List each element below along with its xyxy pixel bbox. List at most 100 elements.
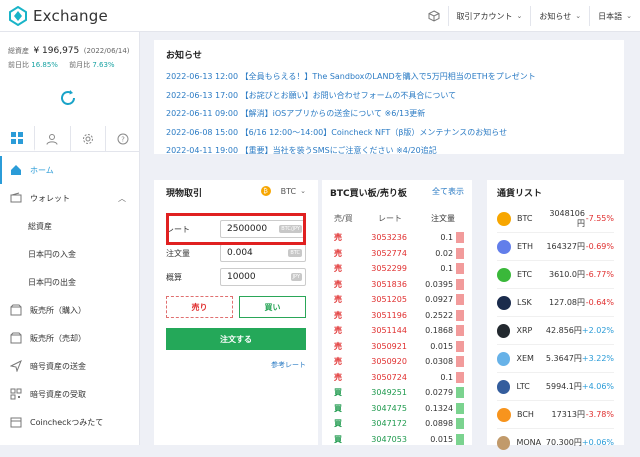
chevron-down-icon: ⌄	[575, 12, 582, 20]
approx-input[interactable]: 10000 JPY	[220, 268, 306, 286]
buy-button[interactable]: 買い	[239, 296, 306, 318]
account-menu[interactable]: 取引アカウント ⌄	[447, 6, 531, 26]
depth-bar	[456, 247, 464, 259]
depth-bar	[456, 340, 464, 352]
home-icon	[10, 164, 22, 176]
logo[interactable]: Exchange	[8, 6, 108, 26]
reference-rate-link[interactable]: 参考レート	[166, 360, 306, 370]
approx-label: 概算	[166, 272, 182, 282]
news-link[interactable]: 2022-06-11 09:00 【解消】iOSアプリからの送金について ※6/…	[166, 105, 612, 124]
order-book-row[interactable]: 売 3051196 0.2522	[330, 308, 464, 324]
order-book-row[interactable]: 売 3051205 0.0927	[330, 292, 464, 308]
sidebar-item-crypto-receive[interactable]: 暗号資産の受取	[0, 380, 140, 408]
currency-row[interactable]: LTC 5994.1円 +4.06%	[497, 373, 614, 401]
depth-bar	[456, 387, 464, 399]
coin-select[interactable]: ₿ BTC ⌄	[260, 186, 306, 196]
currency-row[interactable]: BCH 17313円 -3.78%	[497, 401, 614, 429]
order-book-row[interactable]: 売 3050724 0.1	[330, 370, 464, 386]
order-book-header: 売/買 レート 注文量	[334, 214, 455, 223]
currency-row[interactable]: BTC 3048106円 -7.55%	[497, 205, 614, 233]
sell-button[interactable]: 売り	[166, 296, 233, 318]
depth-bar	[456, 294, 464, 306]
tab-user[interactable]	[35, 126, 71, 151]
sidebar-item-shop-buy[interactable]: 販売所（購入）	[0, 296, 140, 324]
sidebar-item-home[interactable]: ホーム	[0, 156, 140, 184]
news-link[interactable]: 2022-06-13 12:00 【全員もらえる！】The SandboxのLA…	[166, 68, 612, 87]
svg-text:?: ?	[121, 135, 125, 143]
sidebar-item-jpy-deposit[interactable]: 日本円の入金	[0, 240, 140, 268]
coin-icon	[497, 295, 511, 310]
amount-input[interactable]: 0.004 BTC	[220, 244, 306, 262]
notice-menu[interactable]: お知らせ ⌄	[530, 6, 589, 26]
cube-icon[interactable]	[420, 6, 448, 26]
language-menu[interactable]: 日本語 ⌄	[589, 6, 640, 26]
depth-bar	[456, 402, 464, 414]
top-bar: Exchange 取引アカウント ⌄ お知らせ ⌄ 日本語 ⌄	[0, 0, 640, 32]
refresh-icon[interactable]	[58, 88, 78, 108]
news-link[interactable]: 2022-04-11 19:00 【重要】当社を装うSMSにご注意ください ※4…	[166, 142, 612, 161]
sidebar-item-shop-sell[interactable]: 販売所（売却）	[0, 324, 140, 352]
sidebar-item-tsumitate[interactable]: Coincheckつみたて	[0, 408, 140, 436]
currency-list-panel: 通貨リスト BTC 3048106円 -7.55% ETH 164327円 -0.69% E…	[487, 180, 624, 457]
amount-label: 注文量	[166, 248, 190, 258]
currency-row[interactable]: LSK 127.08円 -0.64%	[497, 289, 614, 317]
coin-icon	[497, 435, 511, 450]
currency-row[interactable]: ETC 3610.0円 -6.77%	[497, 261, 614, 289]
currency-row[interactable]: MONA 70.300円 +0.06%	[497, 429, 614, 457]
currency-row[interactable]: ETH 164327円 -0.69%	[497, 233, 614, 261]
calendar-icon	[10, 416, 22, 428]
order-book-panel: BTC買い板/売り板 全て表示 売/買 レート 注文量 売 3053236 0.1 売 30…	[322, 180, 472, 445]
coin-icon	[497, 351, 511, 366]
send-icon	[10, 360, 22, 372]
highlight-box	[166, 213, 306, 245]
sidebar-item-total-assets[interactable]: 総資産	[0, 212, 140, 240]
sidebar-item-wallet[interactable]: ウォレット ︿	[0, 184, 140, 212]
order-book-row[interactable]: 買 3047475 0.1324	[330, 401, 464, 417]
sidebar: 総資産 ¥ 196,975 (2022/06/14) 前日比 16.85% 前月…	[0, 32, 140, 445]
order-book-row[interactable]: 売 3052299 0.1	[330, 261, 464, 277]
chevron-down-icon: ⌄	[516, 12, 523, 20]
depth-bar	[456, 263, 464, 275]
order-book-row[interactable]: 買 3049251 0.0279	[330, 385, 464, 401]
grid-icon	[11, 131, 24, 144]
currency-row[interactable]: XEM 5.3647円 +3.22%	[497, 345, 614, 373]
order-book-row[interactable]: 売 3050921 0.015	[330, 339, 464, 355]
show-all-link[interactable]: 全て表示	[432, 186, 464, 197]
coin-icon	[497, 267, 511, 282]
coin-icon	[497, 211, 511, 226]
currency-row[interactable]: XRP 42.856円 +2.02%	[497, 317, 614, 345]
tab-dashboard[interactable]	[0, 126, 36, 151]
depth-bar	[456, 433, 464, 445]
chevron-down-icon: ⌄	[626, 12, 632, 20]
order-book-row[interactable]: 売 3053236 0.1	[330, 230, 464, 246]
tab-help[interactable]: ?	[106, 126, 140, 151]
app-name: Exchange	[33, 7, 108, 25]
depth-bar	[456, 278, 464, 290]
order-book-row[interactable]: 買 3047172 0.0898	[330, 416, 464, 432]
tab-settings[interactable]	[71, 126, 106, 151]
order-book-row[interactable]: 売 3051144 0.1868	[330, 323, 464, 339]
depth-bar	[456, 356, 464, 368]
order-button[interactable]: 注文する	[166, 328, 306, 350]
news-link[interactable]: 2022-06-13 17:00 【お詫びとお願い】お問い合わせフォームの不具合…	[166, 87, 612, 106]
order-book-row[interactable]: 売 3051836 0.0395	[330, 277, 464, 293]
coin-icon	[497, 407, 511, 422]
gear-icon	[82, 133, 93, 144]
coin-icon	[497, 239, 511, 254]
order-book-row[interactable]: 売 3050920 0.0308	[330, 354, 464, 370]
depth-bar	[456, 418, 464, 430]
depth-bar	[456, 371, 464, 383]
news-link[interactable]: 2022-06-08 15:00 【6/16 12:00〜14:00】Coinc…	[166, 124, 612, 143]
chevron-down-icon: ⌄	[300, 187, 306, 195]
balance-summary: 総資産 ¥ 196,975 (2022/06/14) 前日比 16.85% 前月…	[8, 46, 130, 69]
depth-bar	[456, 309, 464, 321]
sidebar-item-jpy-withdraw[interactable]: 日本円の出金	[0, 268, 140, 296]
news-title: お知らせ	[166, 51, 202, 61]
sidebar-item-crypto-send[interactable]: 暗号資産の送金	[0, 352, 140, 380]
logo-icon	[9, 6, 27, 26]
btc-coin-icon: ₿	[260, 186, 271, 196]
coin-icon	[497, 323, 511, 338]
order-book-row[interactable]: 売 3052774 0.02	[330, 246, 464, 262]
prev-day-change: 16.85%	[31, 61, 58, 69]
help-icon: ?	[117, 133, 129, 144]
